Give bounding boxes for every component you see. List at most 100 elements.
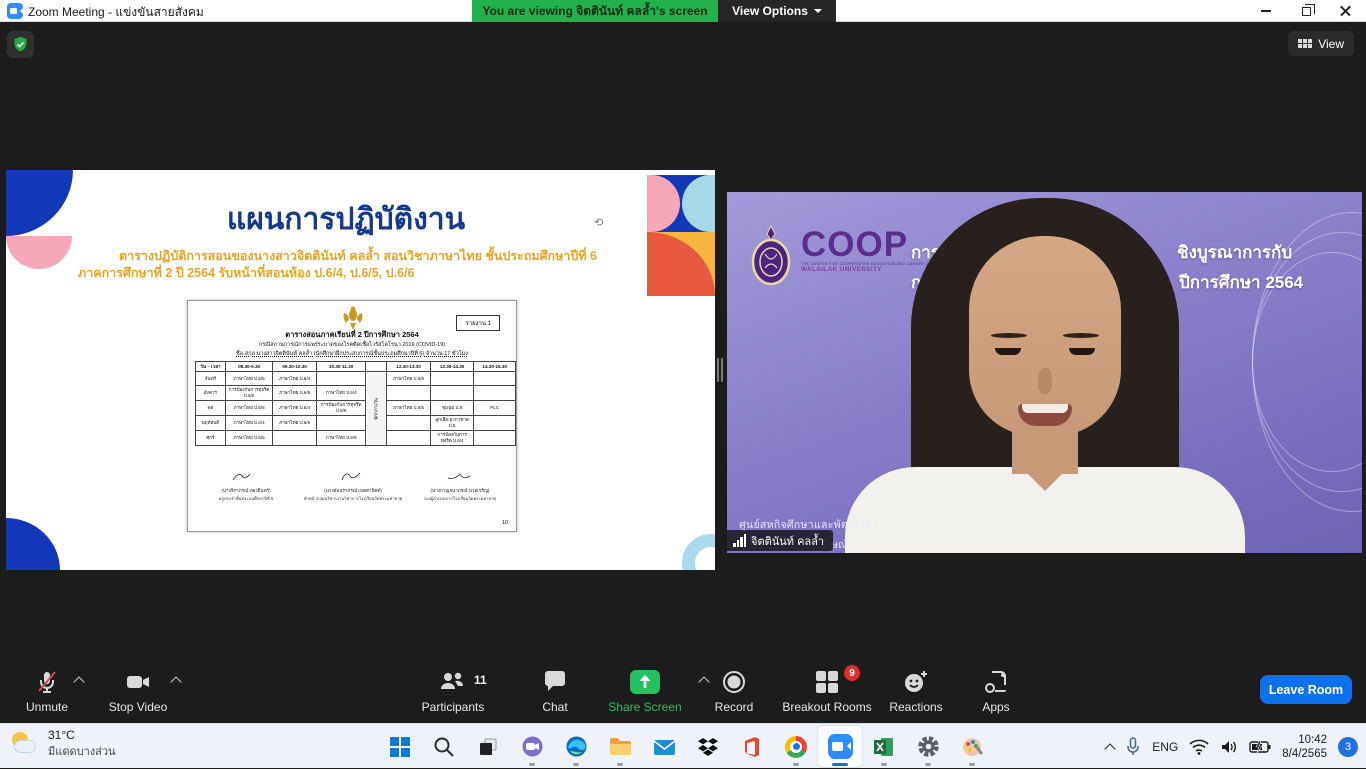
search-button[interactable] [422,726,466,767]
excel-icon [873,736,895,758]
zoom-taskbar-button[interactable] [818,726,862,767]
office-icon [741,736,763,758]
gear-icon [917,735,940,758]
signature-scribble [231,472,261,482]
schedule-document: รายงาน 1 ตารางสอนภาคเรียนที่ 2 ปีการศึกษ… [187,300,517,532]
decor-quarter-circle-blue-bottom [6,518,60,570]
window-title: Zoom Meeting - แข่งขันสายสังคม [28,3,204,22]
chat-button[interactable]: Chat [528,669,582,714]
weather-temp: 31°C [48,728,116,742]
table-row: อังคารการป้องกันการทุจริต ป.6/5 ภาษาไทย … [196,386,516,401]
person-face [969,236,1121,436]
chrome-button[interactable] [774,726,818,767]
unmute-button[interactable]: Unmute [14,669,80,714]
breakout-badge: 9 [844,665,860,681]
leave-room-button[interactable]: Leave Room [1260,675,1352,704]
tray-expand-chevron[interactable] [1105,743,1116,754]
dropbox-button[interactable] [686,726,730,767]
tray-microphone-icon[interactable] [1125,737,1141,757]
dropbox-icon [697,736,719,758]
document-subtitle: กรณีสถานการณ์การแพร่ระบาดของโรคติดเชื้อไ… [188,341,516,349]
restore-icon [1302,7,1311,16]
presenter-cursor-icon: ⟲ [594,216,603,229]
apps-button[interactable]: Apps [968,669,1024,714]
taskbar-app-icons [378,726,994,767]
start-button[interactable] [378,726,422,767]
chrome-icon [785,736,807,758]
minimize-button[interactable] [1246,0,1286,22]
webcam-video-tile: COOP THE CENTER FOR COOPERATIVE EDUCATIO… [727,192,1362,553]
table-row: พฤหัสบดีภาษาไทย ป.6/4 ภาษาไทย ป.6/6 ลูกเ… [196,415,516,430]
teams-chat-button[interactable] [510,726,554,767]
record-button[interactable]: Record [704,669,764,714]
file-explorer-button[interactable] [598,726,642,767]
video-camera-icon [124,669,152,695]
viewing-screen-banner: You are viewing จิตตินันท์ คลล้ำ's scree… [472,0,718,22]
breakout-rooms-icon [813,669,841,695]
table-row: พุธภาษาไทย ป.6/5 ภาษาไทย ป.6/4การป้องกัน… [196,400,516,415]
zoom-app-icon [7,3,23,19]
settings-button[interactable] [906,726,950,767]
webcam-footer-fragment: ษณ์ [831,536,848,553]
slide-title: แผนการปฏิบัติงาน [6,196,686,243]
wifi-icon[interactable] [1189,739,1209,755]
signature-block: (นางอัจฉราภรณ์ เมตตาจิตต์) หัวหน้ากลุ่มบ… [301,469,405,502]
decor-ring-cyan [682,534,715,570]
taskbar-weather-widget[interactable]: 31°C มีแดดบางส่วน [10,728,116,760]
lunch-column: พักกลางวัน [366,372,387,446]
paint-button[interactable] [950,726,994,767]
breakout-rooms-button[interactable]: Breakout Rooms 9 [776,669,878,714]
apps-icon [983,669,1009,695]
reactions-smiley-icon [903,669,929,695]
document-name-line: ชื่อ-สกุล นางสาวจิตตินันท์ คลล้ำ (นักศึก… [188,350,516,358]
teams-chat-icon [521,735,544,758]
notification-badge[interactable]: 3 [1338,737,1358,757]
participants-count: 11 [474,673,487,687]
windows-taskbar: 31°C มีแดดบางส่วน [0,723,1366,768]
signature-row: (นางจิราภรณ์ ทองอินทร์) ครูประจำชั้นประถ… [194,469,512,502]
participants-button[interactable]: Participants 11 [408,669,498,714]
tray-time: 10:42 [1282,733,1327,747]
banner-text: ปีการศึกษา 2564 [1179,269,1303,296]
reactions-button[interactable]: Reactions [880,669,952,714]
chat-bubble-icon [542,669,568,695]
edge-button[interactable] [554,726,598,767]
view-options-button[interactable]: View Options [718,0,836,22]
signature-scribble [338,472,368,482]
clock[interactable]: 10:42 8/4/2565 [1282,733,1327,761]
minimize-icon [1261,10,1271,12]
close-button[interactable] [1326,0,1366,22]
office-button[interactable] [730,726,774,767]
speaker-icon[interactable] [1220,739,1238,755]
garuda-emblem-icon [342,305,364,331]
stop-video-button[interactable]: Stop Video [102,669,174,714]
pane-divider-handle[interactable] [717,358,719,382]
tray-date: 8/4/2565 [1282,747,1327,761]
slide-subtitle: ตารางปฏิบัติการสอนของนางสาวจิตตินันท์ คล… [78,248,638,282]
participants-icon [438,669,468,695]
person-shirt [845,467,1245,553]
shield-check-icon [12,36,29,53]
view-layout-button[interactable]: View [1288,31,1354,56]
participant-name-tag: จิตตินันท์ คลล้ำ [727,530,833,551]
signature-scribble [445,472,475,482]
document-title: ตารางสอนภาคเรียนที่ 2 ปีการศึกษา 2564 [188,329,516,341]
weather-condition: มีแดดบางส่วน [48,742,116,760]
mail-button[interactable] [642,726,686,767]
record-icon [721,669,747,695]
excel-button[interactable] [862,726,906,767]
task-view-button[interactable] [466,726,510,767]
maximize-button[interactable] [1286,0,1326,22]
language-indicator[interactable]: ENG [1152,740,1178,754]
battery-charging-icon[interactable] [1249,740,1271,754]
table-row: จันทร์ภาษาไทย ป.6/5 ภาษาไทย ป.6/4 พักกลา… [196,372,516,386]
share-screen-button[interactable]: Share Screen [600,669,690,714]
paint-palette-icon [961,735,984,758]
page-number: 10 [502,520,508,526]
edge-icon [565,735,588,758]
signature-block: (นางกาญจนาภรณ์ นวลเจริญ) รองผู้อำนวยการโ… [408,469,512,502]
weather-icon [10,731,40,757]
pane-divider-handle[interactable] [721,358,723,382]
chevron-down-icon [814,9,822,17]
security-shield-button[interactable] [7,31,34,58]
